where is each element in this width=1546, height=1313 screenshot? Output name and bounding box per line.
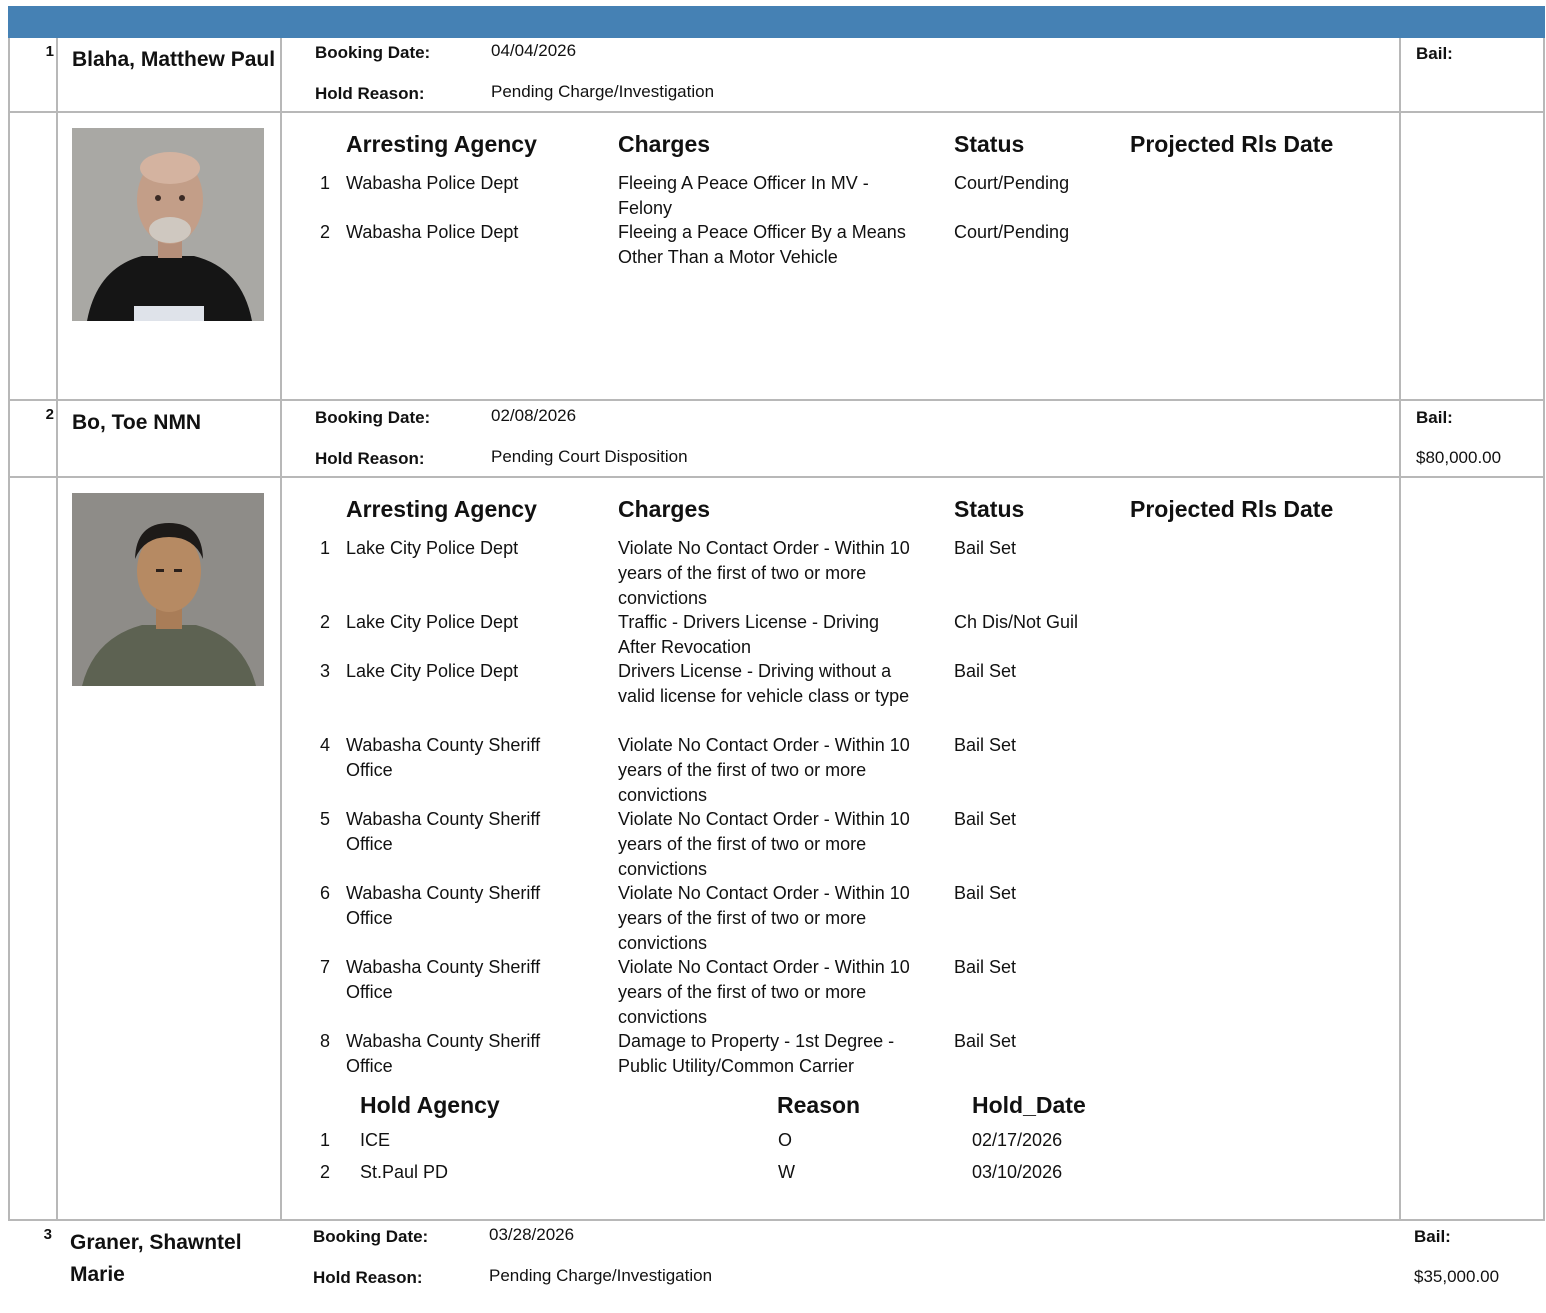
- hold-reason-code: O: [778, 1130, 793, 1150]
- charge-index: 6: [319, 883, 330, 903]
- mugshot-photo: [72, 493, 264, 686]
- col-header-release-date: Projected Rls Date: [1130, 496, 1334, 522]
- inmate-name: Blaha, Matthew Paul: [72, 48, 276, 71]
- charge-index: 5: [319, 809, 330, 829]
- charge-description: Violate No Contact Order - Within 10 yea…: [618, 735, 910, 805]
- charge-description: Violate No Contact Order - Within 10 yea…: [618, 538, 910, 608]
- col-header-hold-date: Hold_Date: [972, 1092, 1086, 1118]
- charge-agency: Wabasha County Sheriff Office: [346, 883, 541, 928]
- hold-agency: ICE: [360, 1130, 391, 1150]
- hold-date: 03/10/2026: [972, 1162, 1063, 1182]
- col-header-agency: Arresting Agency: [346, 131, 537, 157]
- charge-agency: Wabasha Police Dept: [346, 222, 519, 242]
- col-header-status: Status: [954, 131, 1025, 157]
- charge-index: 7: [319, 957, 330, 977]
- booking-date-value: 02/08/2026: [491, 406, 577, 425]
- hold-reason-label: Hold Reason:: [315, 449, 425, 468]
- charge-index: 1: [319, 173, 330, 193]
- inmate-header: 2 Bo, Toe NMN Booking Date: 02/08/2026 H…: [8, 401, 1545, 478]
- charge-status: Ch Dis/Not Guil: [954, 612, 1079, 632]
- charge-description: Violate No Contact Order - Within 10 yea…: [618, 957, 910, 1027]
- charge-description: Drivers License - Driving without a vali…: [618, 661, 910, 706]
- inmate-header: 1 Blaha, Matthew Paul Booking Date: 04/0…: [8, 38, 1545, 113]
- hold-reason-value: Pending Charge/Investigation: [489, 1266, 713, 1285]
- inmate-detail: Arresting Agency Charges Status Projecte…: [8, 478, 1545, 1221]
- bail-label: Bail:: [1414, 1227, 1451, 1246]
- charge-agency: Lake City Police Dept: [346, 538, 519, 558]
- charge-index: 3: [319, 661, 330, 681]
- hold-reason-label: Hold Reason:: [313, 1268, 423, 1287]
- inmate-header: 3 Graner, Shawntel Marie Booking Date: 0…: [8, 1221, 1545, 1313]
- charge-description: Fleeing a Peace Officer By a Means Other…: [618, 222, 906, 267]
- booking-date-label: Booking Date:: [313, 1227, 429, 1246]
- col-header-hold-agency: Hold Agency: [360, 1092, 500, 1118]
- inmate-name: Bo, Toe NMN: [72, 411, 202, 434]
- charge-index: 4: [319, 735, 330, 755]
- hold-reason-value: Pending Court Disposition: [491, 447, 688, 466]
- charge-status: Bail Set: [954, 735, 1017, 755]
- charge-status: Bail Set: [954, 661, 1017, 681]
- charge-description: Violate No Contact Order - Within 10 yea…: [618, 883, 910, 953]
- charge-agency: Wabasha County Sheriff Office: [346, 809, 541, 854]
- hold-reason-code: W: [778, 1162, 795, 1182]
- col-header-status: Status: [954, 496, 1025, 522]
- charge-status: Bail Set: [954, 883, 1017, 903]
- col-header-agency: Arresting Agency: [346, 496, 537, 522]
- booking-date-label: Booking Date:: [315, 43, 431, 62]
- charge-status: Court/Pending: [954, 173, 1070, 193]
- col-header-charges: Charges: [618, 496, 711, 522]
- charge-index: 8: [319, 1031, 330, 1051]
- charge-agency: Wabasha Police Dept: [346, 173, 519, 193]
- col-header-release-date: Projected Rls Date: [1130, 131, 1334, 157]
- charge-description: Violate No Contact Order - Within 10 yea…: [618, 809, 910, 879]
- inmate-number: 3: [43, 1226, 52, 1243]
- charge-agency: Wabasha County Sheriff Office: [346, 1031, 541, 1076]
- bail-label: Bail:: [1416, 408, 1453, 427]
- hold-index: 2: [320, 1162, 331, 1182]
- charge-description: Traffic - Drivers License - Driving Afte…: [618, 612, 880, 657]
- col-header-reason: Reason: [777, 1092, 861, 1118]
- hold-index: 1: [320, 1130, 331, 1150]
- charge-index: 2: [319, 612, 330, 632]
- charge-agency: Lake City Police Dept: [346, 612, 519, 632]
- charge-description: Fleeing A Peace Officer In MV - Felony: [618, 173, 869, 218]
- charge-status: Court/Pending: [954, 222, 1070, 242]
- charge-status: Bail Set: [954, 809, 1017, 829]
- charge-index: 1: [319, 538, 330, 558]
- bail-label: Bail:: [1416, 44, 1453, 63]
- hold-date: 02/17/2026: [972, 1130, 1063, 1150]
- inmate-detail: Arresting Agency Charges Status Projecte…: [8, 113, 1545, 401]
- charge-agency: Wabasha County Sheriff Office: [346, 957, 541, 1002]
- charge-index: 2: [319, 222, 330, 242]
- booking-date-value: 04/04/2026: [491, 41, 577, 60]
- mugshot-photo: [72, 128, 264, 321]
- bail-value: $35,000.00: [1414, 1267, 1500, 1286]
- charge-status: Bail Set: [954, 538, 1017, 558]
- charge-status: Bail Set: [954, 1031, 1017, 1051]
- col-header-charges: Charges: [618, 131, 711, 157]
- charge-status: Bail Set: [954, 957, 1017, 977]
- booking-date-value: 03/28/2026: [489, 1225, 575, 1244]
- charge-agency: Wabasha County Sheriff Office: [346, 735, 541, 780]
- inmate-number: 1: [45, 43, 54, 60]
- charge-agency: Lake City Police Dept: [346, 661, 519, 681]
- booking-date-label: Booking Date:: [315, 408, 431, 427]
- hold-agency: St.Paul PD: [360, 1162, 449, 1182]
- hold-reason-label: Hold Reason:: [315, 84, 425, 103]
- inmate-number: 2: [45, 406, 54, 423]
- charge-description: Damage to Property - 1st Degree - Public…: [618, 1031, 895, 1076]
- header-bar: [8, 6, 1545, 38]
- bail-value: $80,000.00: [1416, 448, 1502, 467]
- hold-reason-value: Pending Charge/Investigation: [491, 82, 715, 101]
- inmate-name: Graner, Shawntel Marie: [70, 1231, 242, 1286]
